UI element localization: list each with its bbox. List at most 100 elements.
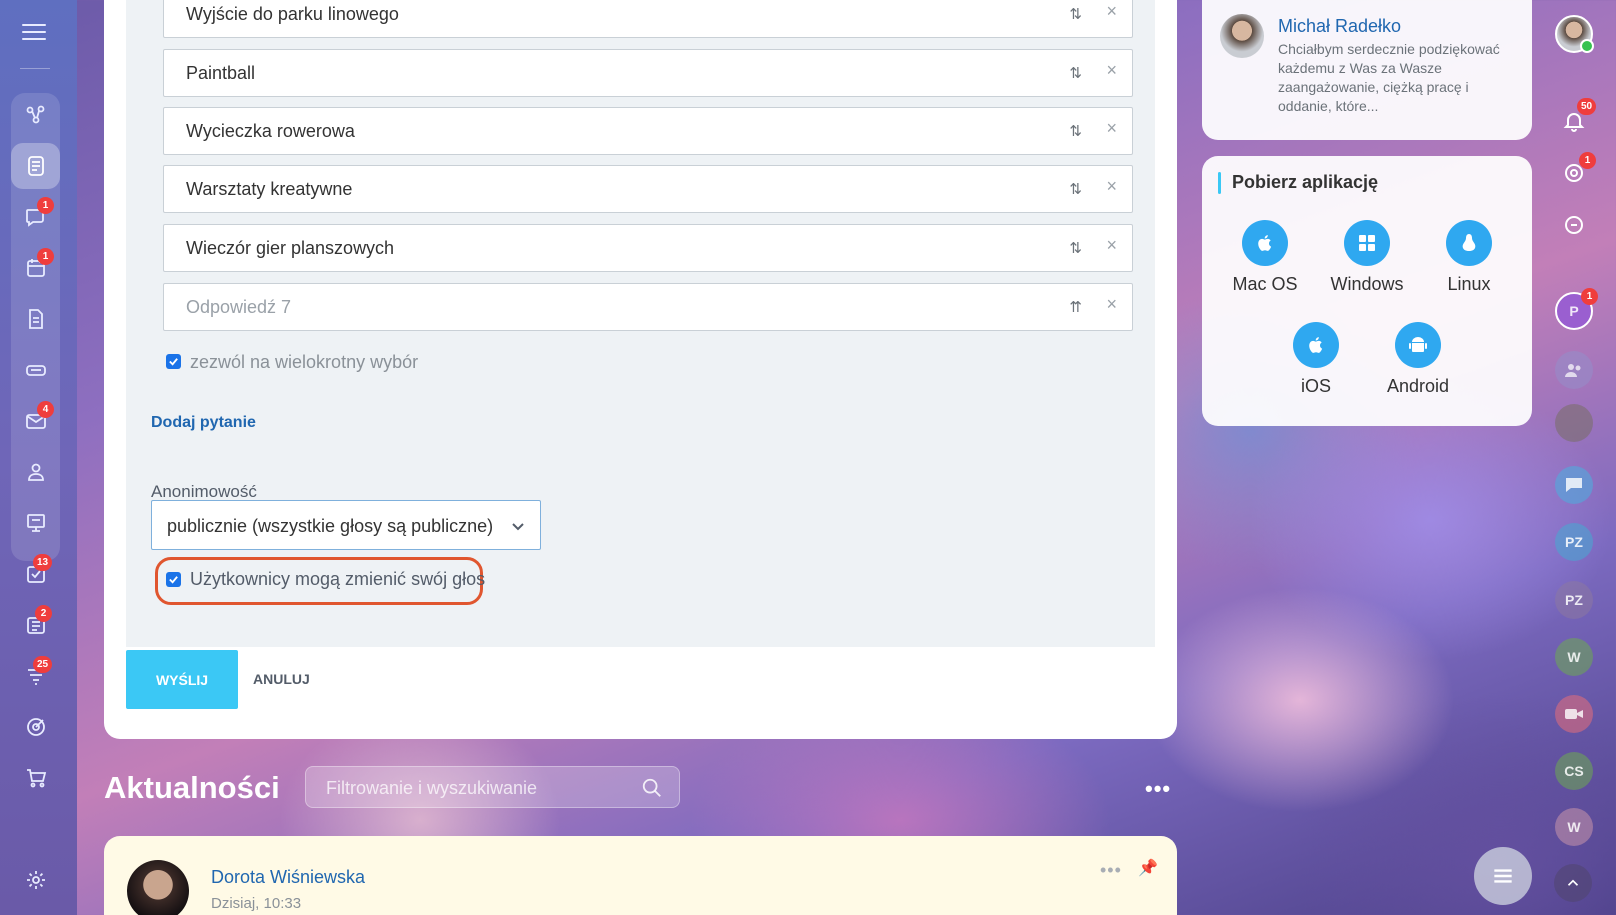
close-icon[interactable]: × (1106, 1, 1117, 22)
chat-initials: P (1569, 303, 1579, 319)
sidebar-item-crm[interactable]: 25 (11, 653, 60, 699)
chat-avatar[interactable]: PZ (1555, 523, 1593, 561)
calendar-badge: 1 (37, 248, 54, 265)
chat-avatar[interactable]: CS (1555, 752, 1593, 790)
chat-badge: 1 (37, 197, 54, 214)
sidebar-item-goals[interactable] (11, 704, 60, 750)
answer-field[interactable]: Wyjście do parku linowego ⇅ × (163, 0, 1133, 38)
app-ios[interactable]: iOS (1261, 322, 1371, 397)
chat-avatar[interactable]: W (1555, 808, 1593, 846)
scroll-top-button[interactable] (1554, 864, 1592, 902)
chat-avatar-general[interactable] (1555, 466, 1593, 504)
close-icon[interactable]: × (1106, 118, 1117, 139)
sidebar-item-settings[interactable] (11, 857, 60, 903)
close-icon[interactable]: × (1106, 60, 1117, 81)
answer-text[interactable]: Wycieczka rowerowa (186, 108, 355, 154)
sidebar-item-shop[interactable] (11, 755, 60, 801)
search-chats-button[interactable] (1555, 206, 1593, 244)
cart-icon (26, 769, 46, 788)
feed-post: Dorota Wiśniewska Dzisiaj, 10:33 ••• 📌 (104, 836, 1177, 915)
chevron-up-icon (1567, 879, 1579, 886)
answer-placeholder[interactable]: Odpowiedź 7 (186, 284, 291, 330)
gratitude-panel: Michał Radełko Chciałbym serdecznie podz… (1202, 0, 1532, 140)
chat-avatar-group[interactable] (1555, 351, 1593, 389)
answer-text[interactable]: Paintball (186, 50, 255, 96)
android-icon (1409, 337, 1427, 352)
app-label: Windows (1330, 274, 1404, 294)
open-messenger-button[interactable] (1474, 847, 1532, 905)
chat-badge: 1 (1581, 288, 1598, 305)
close-icon[interactable]: × (1106, 294, 1117, 315)
answer-field[interactable]: Wieczór gier planszowych ⇅ × (163, 224, 1133, 272)
sort-icon[interactable]: ⇅ (1069, 180, 1082, 198)
people-icon (27, 463, 44, 481)
app-linux[interactable]: Linux (1414, 220, 1524, 295)
feed-icon (27, 156, 44, 176)
answer-field[interactable]: Warsztaty kreatywne ⇅ × (163, 165, 1133, 213)
answer-field[interactable]: Wycieczka rowerowa ⇅ × (163, 107, 1133, 155)
feed-more-button[interactable]: ••• (1145, 776, 1171, 802)
cancel-button[interactable]: ANULUJ (253, 671, 310, 687)
chat-avatar-p[interactable]: P 1 (1555, 288, 1598, 330)
sort-icon[interactable]: ⇅ (1069, 239, 1082, 257)
answer-field-new[interactable]: Odpowiedź 7 ⇈ × (163, 283, 1133, 331)
sidebar-item-documents[interactable] (11, 296, 60, 342)
video-call-button[interactable] (1555, 695, 1593, 733)
goals-button[interactable]: 1 (1555, 152, 1596, 192)
post-more-button[interactable]: ••• (1100, 860, 1122, 881)
answer-text[interactable]: Warsztaty kreatywne (186, 166, 352, 212)
answer-text[interactable]: Wieczór gier planszowych (186, 225, 394, 271)
multiple-choice-checkbox[interactable] (166, 354, 181, 369)
left-navigation: 1 1 4 13 2 25 (0, 0, 77, 915)
chat-initials: PZ (1565, 534, 1583, 550)
gratitude-name[interactable]: Michał Radełko (1278, 16, 1401, 37)
sidebar-item-feed[interactable] (11, 143, 60, 189)
hamburger-menu-icon[interactable] (22, 24, 46, 42)
chat-avatar-photo[interactable] (1555, 404, 1593, 442)
checkmark-icon (169, 358, 178, 366)
close-icon[interactable]: × (1106, 176, 1117, 197)
sidebar-item-news[interactable]: 2 (11, 602, 60, 648)
multiple-choice-label: zezwól na wielokrotny wybór (190, 352, 419, 372)
user-avatar[interactable] (1555, 15, 1594, 53)
avatar[interactable] (1220, 14, 1264, 58)
sidebar-item-drive[interactable] (11, 347, 60, 393)
close-icon[interactable]: × (1106, 235, 1117, 256)
add-question-link[interactable]: Dodaj pytanie (151, 414, 256, 432)
sort-icon[interactable]: ⇅ (1069, 122, 1082, 140)
send-button[interactable]: WYŚLIJ (126, 650, 238, 709)
sidebar-item-collab[interactable] (11, 92, 60, 138)
app-label: Mac OS (1232, 274, 1298, 294)
answer-text[interactable]: Wyjście do parku linowego (186, 0, 399, 37)
goals-badge: 1 (1579, 152, 1596, 169)
sidebar-item-chat[interactable]: 1 (11, 194, 60, 240)
sidebar-item-calendar[interactable]: 1 (11, 245, 60, 291)
sidebar-item-mail[interactable]: 4 (11, 398, 60, 444)
pin-icon[interactable]: 📌 (1138, 858, 1158, 878)
avatar[interactable] (127, 860, 189, 915)
sidebar-item-workgroups[interactable] (11, 500, 60, 546)
chat-initials: W (1567, 649, 1581, 665)
chat-initials: PZ (1565, 592, 1583, 608)
chat-icon (1566, 478, 1582, 492)
sidebar-item-tasks[interactable]: 13 (11, 551, 60, 597)
app-label: iOS (1300, 376, 1331, 396)
sidebar-item-employees[interactable] (11, 449, 60, 495)
change-vote-checkbox[interactable] (166, 572, 181, 587)
app-android[interactable]: Android (1363, 322, 1473, 397)
feed-search-input[interactable]: Filtrowanie i wyszukiwanie (305, 766, 680, 808)
chat-avatar[interactable]: PZ (1555, 581, 1593, 619)
chevron-down-icon (512, 523, 524, 531)
app-macos[interactable]: Mac OS (1210, 220, 1320, 295)
answer-field[interactable]: Paintball ⇅ × (163, 49, 1133, 97)
notifications-button[interactable]: 50 (1555, 98, 1597, 140)
anonymity-select[interactable]: publicznie (wszystkie głosy są publiczne… (151, 500, 541, 550)
search-icon[interactable] (641, 777, 663, 799)
chat-avatar[interactable]: W (1555, 638, 1593, 676)
sort-icon[interactable]: ⇅ (1069, 64, 1082, 82)
app-windows[interactable]: Windows (1312, 220, 1422, 295)
sort-icon[interactable]: ⇅ (1069, 5, 1082, 23)
sort-icon[interactable]: ⇈ (1069, 298, 1082, 316)
post-author[interactable]: Dorota Wiśniewska (211, 867, 365, 888)
target-icon (26, 718, 45, 736)
